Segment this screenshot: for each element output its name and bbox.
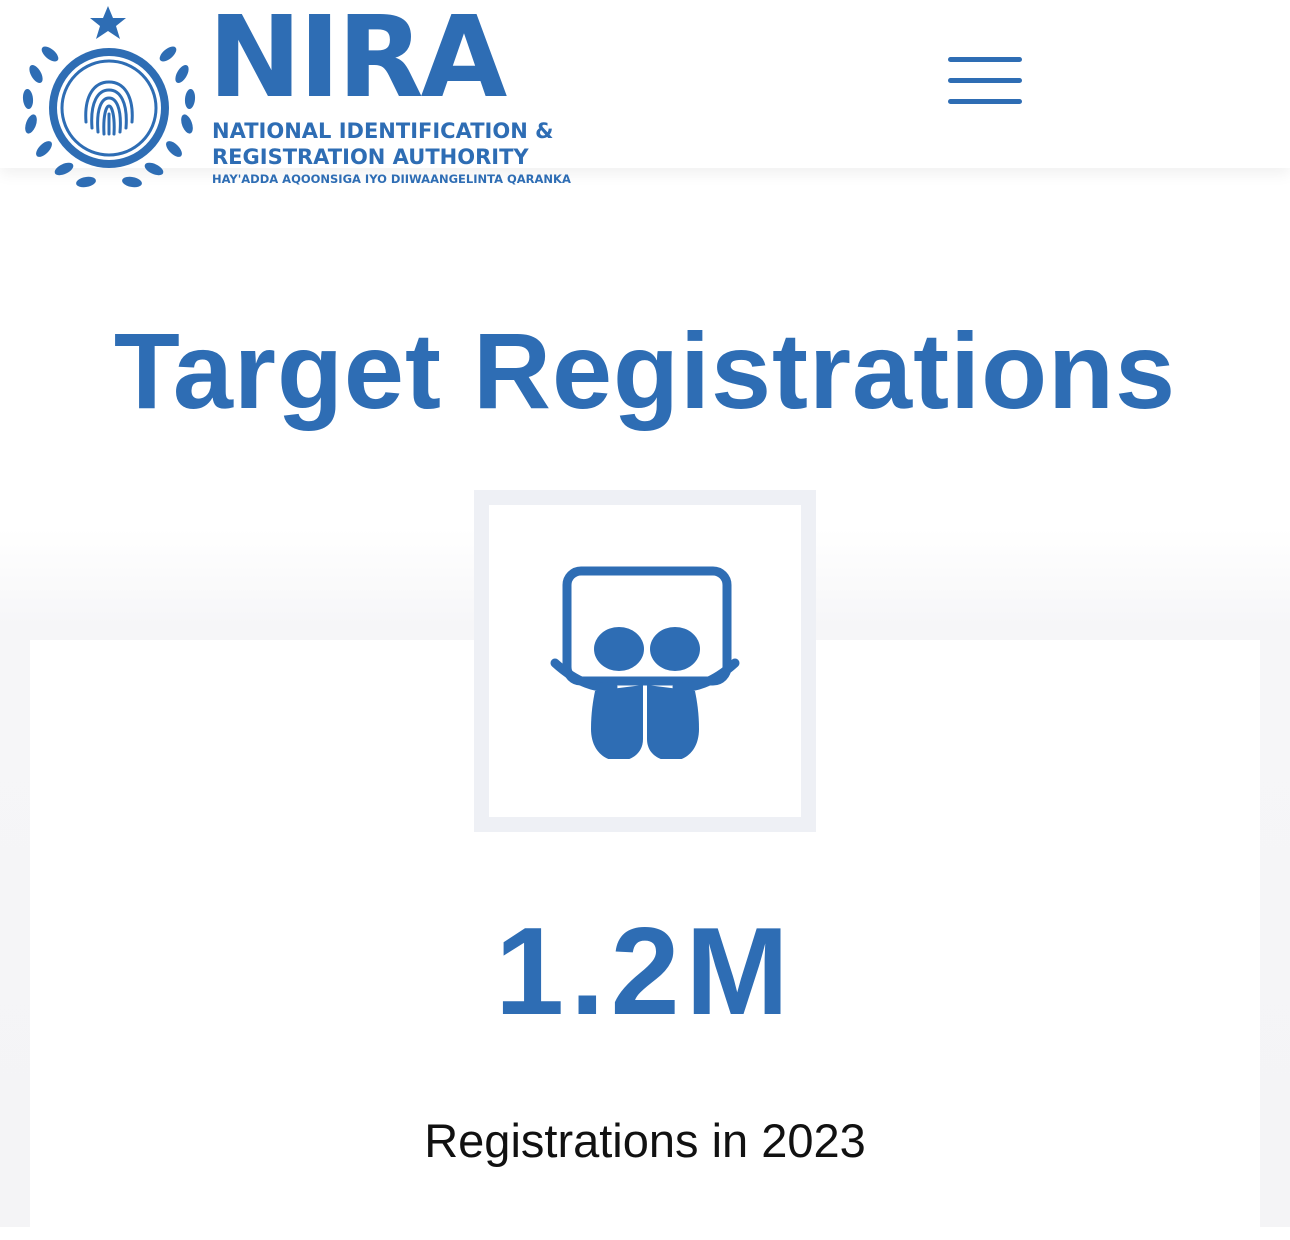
stat-label: Registrations in 2023 <box>424 1114 866 1167</box>
brand-name: NIRA <box>208 0 507 123</box>
section-title: Target Registrations <box>113 310 1177 431</box>
site-header: NIRA NATIONAL IDENTIFICATION & REGISTRAT… <box>0 0 1290 188</box>
brand-tagline-somali: HAY'ADDA AQOONSIGA IYO DIIWAANGELINTA QA… <box>212 172 571 186</box>
brand-tagline-line-1: NATIONAL IDENTIFICATION & <box>212 119 554 143</box>
nira-logo[interactable] <box>14 4 204 196</box>
stat-value: 1.2M <box>495 903 795 1041</box>
menu-button[interactable] <box>944 54 1026 110</box>
menu-bar-middle <box>948 78 1022 83</box>
slideshare-icon <box>550 566 740 759</box>
brand-tagline-line-2: REGISTRATION AUTHORITY <box>212 145 529 169</box>
menu-bar-bottom <box>948 99 1022 104</box>
stat-icon-frame <box>474 490 816 832</box>
nira-emblem-icon <box>22 6 196 188</box>
menu-bar-top <box>948 57 1022 62</box>
